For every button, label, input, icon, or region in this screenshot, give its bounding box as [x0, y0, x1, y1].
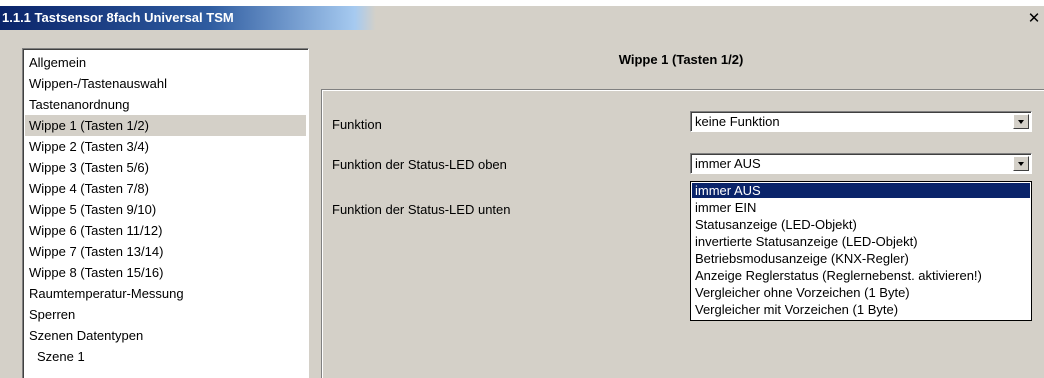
status-led-oben-select[interactable]: immer AUS — [690, 153, 1032, 174]
dropdown-option[interactable]: Vergleicher ohne Vorzeichen (1 Byte) — [692, 285, 1030, 300]
status-led-oben-dropdown-list[interactable]: immer AUS immer EIN Statusanzeige (LED-O… — [690, 181, 1032, 321]
dropdown-option[interactable]: Anzeige Reglerstatus (Reglernebenst. akt… — [692, 268, 1030, 283]
dropdown-option[interactable]: Statusanzeige (LED-Objekt) — [692, 217, 1030, 232]
title-bar[interactable]: 1.1.1 Tastsensor 8fach Universal TSM ✕ — [0, 6, 1044, 30]
dropdown-option[interactable]: Betriebsmodusanzeige (KNX-Regler) — [692, 251, 1030, 266]
chevron-down-icon[interactable] — [1013, 156, 1029, 171]
nav-item-wippe-6[interactable]: Wippe 6 (Tasten 11/12) — [25, 220, 306, 241]
close-icon[interactable]: ✕ — [1026, 10, 1042, 26]
dropdown-option[interactable]: Vergleicher mit Vorzeichen (1 Byte) — [692, 302, 1030, 317]
nav-item-sperren[interactable]: Sperren — [25, 304, 306, 325]
nav-item-wippe-2[interactable]: Wippe 2 (Tasten 3/4) — [25, 136, 306, 157]
param-label-funktion: Funktion — [332, 117, 382, 132]
nav-item-raumtemperatur[interactable]: Raumtemperatur-Messung — [25, 283, 306, 304]
nav-item-wippen-tastenauswahl[interactable]: Wippen-/Tastenauswahl — [25, 73, 306, 94]
nav-item-allgemein[interactable]: Allgemein — [25, 52, 306, 73]
dropdown-option[interactable]: invertierte Statusanzeige (LED-Objekt) — [692, 234, 1030, 249]
funktion-select-value: keine Funktion — [695, 114, 780, 129]
window: 1.1.1 Tastsensor 8fach Universal TSM ✕ A… — [0, 0, 1044, 378]
nav-item-wippe-4[interactable]: Wippe 4 (Tasten 7/8) — [25, 178, 306, 199]
nav-item-szenen-datentypen[interactable]: Szenen Datentypen — [25, 325, 306, 346]
nav-item-tastenanordnung[interactable]: Tastenanordnung — [25, 94, 306, 115]
nav-item-wippe-3[interactable]: Wippe 3 (Tasten 5/6) — [25, 157, 306, 178]
nav-item-wippe-5[interactable]: Wippe 5 (Tasten 9/10) — [25, 199, 306, 220]
page-title: Wippe 1 (Tasten 1/2) — [618, 52, 744, 67]
chevron-down-icon[interactable] — [1013, 114, 1029, 129]
param-label-status-led-oben: Funktion der Status-LED oben — [332, 157, 507, 172]
dropdown-option[interactable]: immer EIN — [692, 200, 1030, 215]
nav-item-wippe-8[interactable]: Wippe 8 (Tasten 15/16) — [25, 262, 306, 283]
status-led-oben-select-value: immer AUS — [695, 156, 761, 171]
dropdown-option[interactable]: immer AUS — [692, 183, 1030, 198]
parameter-page-list[interactable]: Allgemein Wippen-/Tastenauswahl Tastenan… — [22, 48, 309, 378]
nav-item-wippe-1[interactable]: Wippe 1 (Tasten 1/2) — [25, 115, 306, 136]
funktion-select[interactable]: keine Funktion — [690, 111, 1032, 132]
nav-item-wippe-7[interactable]: Wippe 7 (Tasten 13/14) — [25, 241, 306, 262]
param-label-status-led-unten: Funktion der Status-LED unten — [332, 202, 511, 217]
nav-item-szene-1[interactable]: Szene 1 — [25, 346, 306, 367]
window-title: 1.1.1 Tastsensor 8fach Universal TSM — [2, 10, 234, 25]
